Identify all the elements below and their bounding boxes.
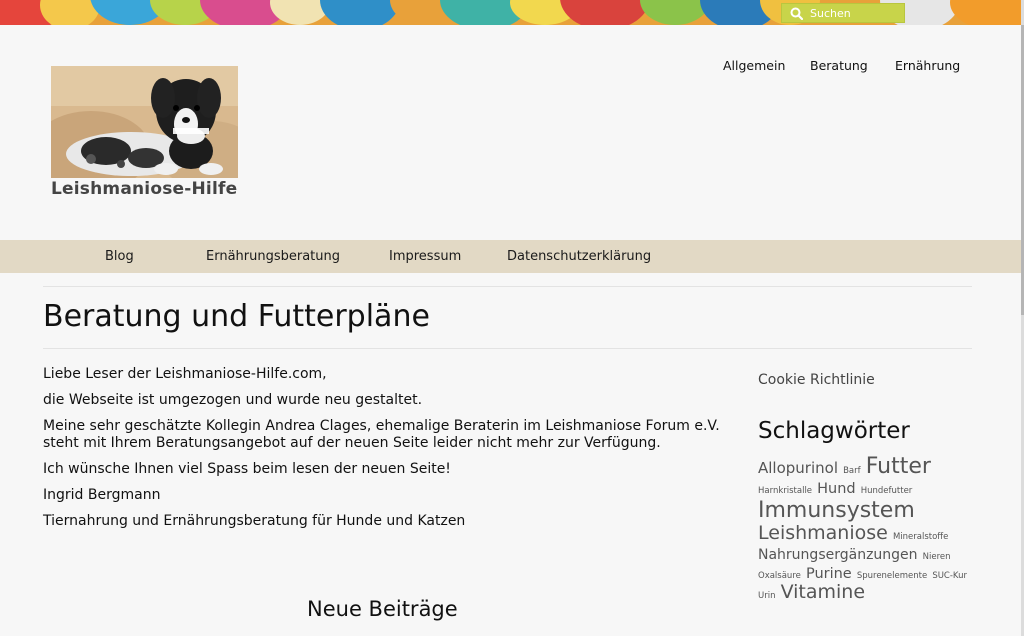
tag-link[interactable]: Urin [758, 591, 775, 601]
paragraph: Tiernahrung und Ernährungsberatung für H… [43, 513, 466, 529]
tag-link[interactable]: SUC-Kur [932, 571, 967, 581]
tag-link[interactable]: Purine [806, 566, 852, 582]
divider [43, 286, 972, 287]
tag-link[interactable]: Nieren [923, 552, 951, 562]
tag-link[interactable]: Hundefutter [861, 486, 913, 496]
topnav-beratung[interactable]: Beratung [810, 58, 868, 73]
sidebar: Cookie Richtlinie Schlagwörter Allopurin… [758, 372, 973, 603]
main-navigation: Blog Ernährungsberatung Impressum Datens… [0, 240, 1021, 273]
recent-posts-heading: Neue Beiträge [307, 597, 458, 621]
mainnav-ernaehrungsberatung[interactable]: Ernährungsberatung [206, 249, 340, 264]
tag-link[interactable]: Immunsystem [758, 498, 915, 523]
tag-link[interactable]: Spurenelemente [857, 571, 927, 581]
divider [43, 348, 972, 349]
tag-link[interactable]: Allopurinol [758, 459, 838, 477]
topnav-allgemein[interactable]: Allgemein [723, 58, 785, 73]
tag-link[interactable]: Barf [843, 466, 861, 476]
topnav-ernaehrung[interactable]: Ernährung [895, 58, 960, 73]
mainnav-impressum[interactable]: Impressum [389, 249, 461, 264]
site-header: Leishmaniose-Hilfe Allgemein Beratung Er… [0, 25, 1021, 240]
paragraph: Meine sehr geschätzte Kollegin Andrea Cl… [43, 418, 720, 451]
tags-heading: Schlagwörter [758, 418, 910, 444]
cookie-policy-link[interactable]: Cookie Richtlinie [758, 372, 973, 388]
tag-link[interactable]: Futter [866, 454, 931, 479]
paragraph: Ich wünsche Ihnen viel Spass beim lesen … [43, 461, 451, 477]
tag-link[interactable]: Mineralstoffe [893, 532, 948, 542]
paragraph: Ingrid Bergmann [43, 487, 161, 503]
search-box[interactable] [781, 3, 905, 23]
tag-link[interactable]: Vitamine [781, 581, 865, 603]
tag-link[interactable]: Oxalsäure [758, 571, 801, 581]
page-title: Beratung und Futterpläne [43, 299, 430, 334]
site-title[interactable]: Leishmaniose-Hilfe [51, 179, 237, 199]
mainnav-datenschutz[interactable]: Datenschutzerklärung [507, 249, 651, 264]
tag-link[interactable]: Harnkristalle [758, 486, 812, 496]
paragraph: Liebe Leser der Leishmaniose-Hilfe.com, [43, 366, 327, 382]
mainnav-blog[interactable]: Blog [105, 249, 134, 264]
article-content: Liebe Leser der Leishmaniose-Hilfe.com, … [43, 366, 733, 539]
dog-photo [51, 66, 238, 178]
search-input[interactable] [810, 6, 896, 20]
tag-link[interactable]: Nahrungsergänzungen [758, 547, 918, 563]
tag-link[interactable]: Hund [817, 481, 856, 497]
site-logo[interactable] [51, 66, 238, 178]
tag-cloud: Allopurinol Barf Futter Harnkristalle Hu… [758, 454, 973, 604]
paragraph: die Webseite ist umgezogen und wurde neu… [43, 392, 423, 408]
header-banner [0, 0, 1024, 25]
search-icon [788, 5, 804, 21]
tag-link[interactable]: Leishmaniose [758, 522, 888, 544]
